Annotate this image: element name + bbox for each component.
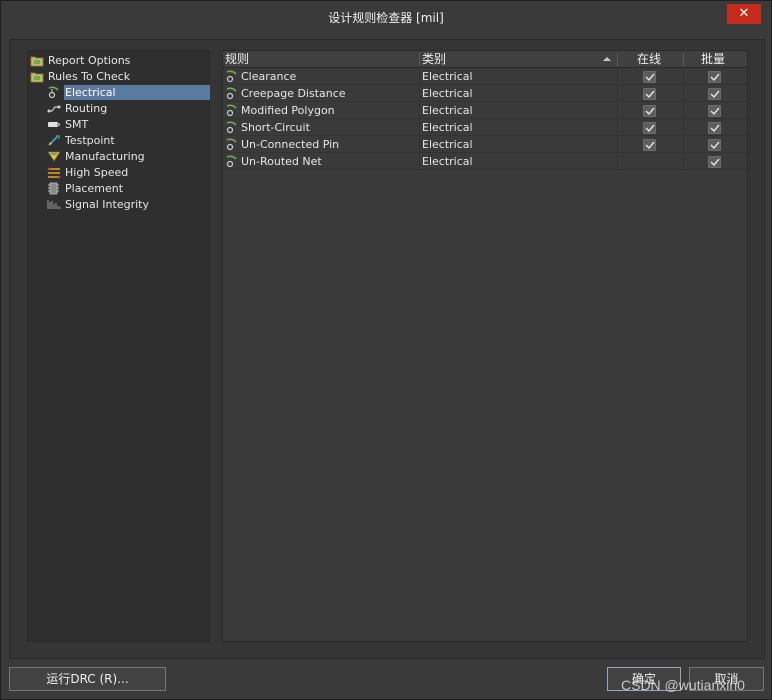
batch-checkbox[interactable] <box>708 88 721 100</box>
column-header-batch[interactable]: 批量 <box>701 51 725 68</box>
electrical-rule-icon <box>225 121 239 134</box>
rule-name: Un-Routed Net <box>241 155 322 168</box>
manufacturing-icon <box>47 150 61 163</box>
column-divider[interactable] <box>617 53 618 66</box>
online-checkbox[interactable] <box>643 71 656 83</box>
folder-icon <box>30 54 44 67</box>
rule-category: Electrical <box>422 121 473 134</box>
tree-item-label: Routing <box>65 102 108 115</box>
online-checkbox[interactable] <box>643 105 656 117</box>
batch-checkbox[interactable] <box>708 156 721 168</box>
sort-ascending-icon <box>603 57 611 61</box>
electrical-rule-icon <box>225 70 239 83</box>
rule-category: Electrical <box>422 87 473 100</box>
high-speed-icon <box>47 166 61 179</box>
tree-item-label: Testpoint <box>65 134 115 147</box>
rules-tree-panel: Report Options Rules To Check Electrical… <box>27 50 210 642</box>
batch-checkbox[interactable] <box>708 122 721 134</box>
table-row[interactable]: Creepage Distance Electrical <box>223 85 747 102</box>
tree-item-label: Electrical <box>64 85 210 100</box>
watermark: CSDN @wutianxin0 <box>621 677 745 693</box>
table-row[interactable]: Un-Routed Net Electrical <box>223 153 747 170</box>
signal-integrity-icon <box>47 198 61 211</box>
title-bar[interactable]: 设计规则检查器 [mil] ✕ <box>1 1 771 31</box>
table-row[interactable]: Short-Circuit Electrical <box>223 119 747 136</box>
column-divider[interactable] <box>419 53 420 66</box>
rule-category: Electrical <box>422 155 473 168</box>
electrical-rule-icon <box>225 138 239 151</box>
tree-item-label: Manufacturing <box>65 150 145 163</box>
tree-item-label: Placement <box>65 182 124 195</box>
batch-checkbox[interactable] <box>708 71 721 83</box>
online-checkbox[interactable] <box>643 139 656 151</box>
rule-category: Electrical <box>422 138 473 151</box>
tree-item-label: Signal Integrity <box>65 198 149 211</box>
electrical-rule-icon <box>225 87 239 100</box>
content-area: Report Options Rules To Check Electrical… <box>9 39 765 659</box>
testpoint-icon <box>47 134 61 147</box>
electrical-icon <box>47 86 61 99</box>
table-row[interactable]: Un-Connected Pin Electrical <box>223 136 747 153</box>
smt-icon <box>47 118 61 131</box>
electrical-rule-icon <box>225 155 239 168</box>
column-header-online[interactable]: 在线 <box>637 51 661 68</box>
tree-item-label: Report Options <box>48 54 131 67</box>
table-header: 规则 类别 在线 批量 <box>223 51 747 68</box>
folder-icon <box>30 70 44 83</box>
rule-name: Clearance <box>241 70 297 83</box>
rules-table: 规则 类别 在线 批量 Clearance Electrical Creepag… <box>222 50 748 642</box>
placement-icon <box>47 182 61 195</box>
online-checkbox[interactable] <box>643 122 656 134</box>
rule-name: Short-Circuit <box>241 121 310 134</box>
column-header-rule[interactable]: 规则 <box>225 51 249 68</box>
batch-checkbox[interactable] <box>708 105 721 117</box>
rule-name: Un-Connected Pin <box>241 138 340 151</box>
routing-icon <box>47 102 61 115</box>
rule-category: Electrical <box>422 70 473 83</box>
window-title: 设计规则检查器 [mil] <box>328 11 444 25</box>
table-row[interactable]: Clearance Electrical <box>223 68 747 85</box>
column-header-category[interactable]: 类别 <box>422 51 446 68</box>
tree-item-label: SMT <box>65 118 89 131</box>
batch-checkbox[interactable] <box>708 139 721 151</box>
rule-category: Electrical <box>422 104 473 117</box>
column-divider[interactable] <box>683 53 684 66</box>
drc-dialog-window: 设计规则检查器 [mil] ✕ Report Options Rules To … <box>0 0 772 700</box>
close-button[interactable]: ✕ <box>727 4 761 24</box>
electrical-rule-icon <box>225 104 239 117</box>
tree-item-label: Rules To Check <box>48 70 131 83</box>
rule-name: Creepage Distance <box>241 87 346 100</box>
online-checkbox[interactable] <box>643 88 656 100</box>
table-row[interactable]: Modified Polygon Electrical <box>223 102 747 119</box>
tree-item-label: High Speed <box>65 166 129 179</box>
rule-name: Modified Polygon <box>241 104 335 117</box>
run-drc-button[interactable]: 运行DRC (R)... <box>9 667 166 691</box>
